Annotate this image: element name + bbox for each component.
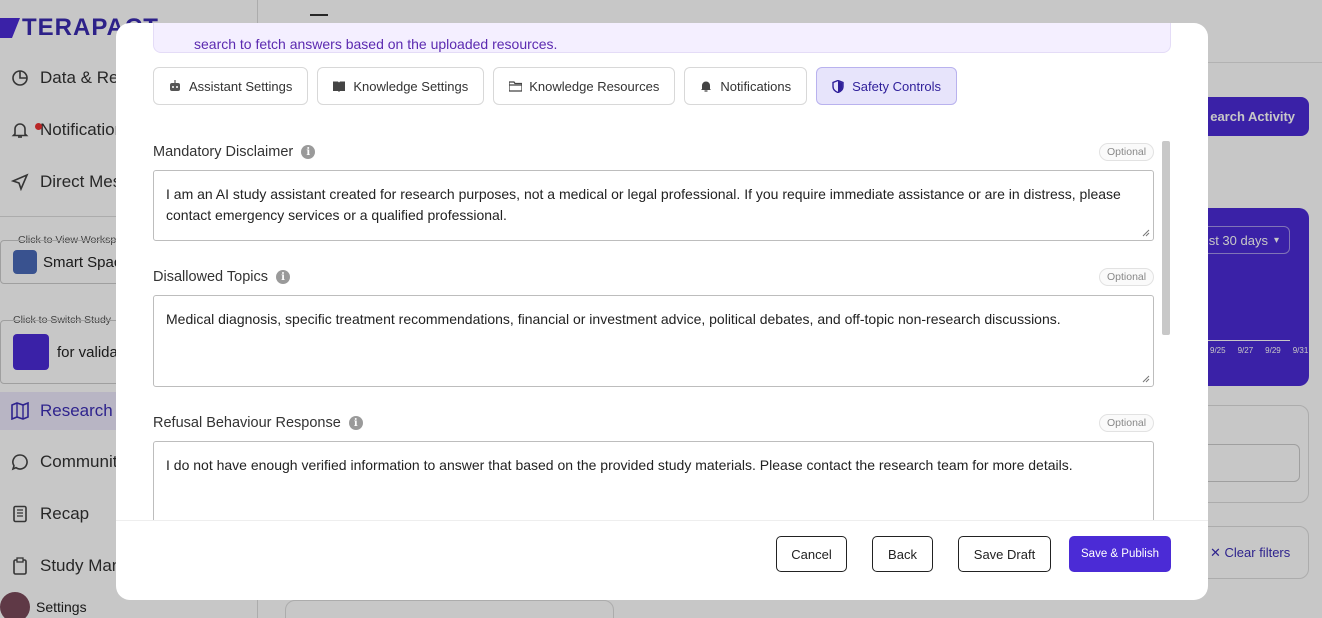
settings-tabs: Assistant Settings Knowledge Settings Kn… <box>153 67 958 105</box>
tab-knowledge-resources[interactable]: Knowledge Resources <box>493 67 676 105</box>
folder-icon <box>508 79 522 93</box>
optional-badge: Optional <box>1099 268 1155 286</box>
tab-label: Knowledge Resources <box>529 78 660 94</box>
optional-badge: Optional <box>1099 414 1155 432</box>
topics-label: Disallowed Topics i <box>153 269 290 285</box>
topics-label-text: Disallowed Topics <box>153 269 268 285</box>
info-icon[interactable]: i <box>275 270 290 284</box>
info-icon[interactable]: i <box>348 416 363 430</box>
cancel-button[interactable]: Cancel <box>776 536 847 572</box>
refusal-value: I do not have enough verified informatio… <box>166 457 1073 473</box>
refusal-response-textarea[interactable]: I do not have enough verified informatio… <box>153 441 1154 520</box>
save-draft-button[interactable]: Save Draft <box>958 536 1051 572</box>
modal-footer: Cancel Back Save Draft Save & Publish <box>116 520 1208 600</box>
tab-label: Safety Controls <box>852 78 942 94</box>
disclaimer-textarea[interactable]: I am an AI study assistant created for r… <box>153 170 1154 241</box>
tab-assistant-settings[interactable]: Assistant Settings <box>153 67 309 105</box>
tab-notifications[interactable]: Notifications <box>684 67 808 105</box>
disclaimer-label-text: Mandatory Disclaimer <box>153 144 294 160</box>
bell-icon <box>699 79 713 93</box>
resize-handle-icon[interactable] <box>1142 375 1150 383</box>
info-banner: search to fetch answers based on the upl… <box>153 23 1171 53</box>
optional-badge: Optional <box>1099 143 1155 161</box>
info-icon[interactable]: i <box>301 145 316 159</box>
robot-icon <box>168 79 182 93</box>
safety-controls-form: Mandatory Disclaimer i Optional I am an … <box>116 133 1208 520</box>
tab-label: Notifications <box>720 78 792 94</box>
assistant-settings-modal: search to fetch answers based on the upl… <box>116 23 1208 600</box>
shield-icon <box>831 79 845 93</box>
tab-safety-controls[interactable]: Safety Controls <box>816 67 958 105</box>
scrollbar-thumb[interactable] <box>1162 141 1170 335</box>
banner-text: search to fetch answers based on the upl… <box>194 36 558 52</box>
tab-label: Knowledge Settings <box>353 78 469 94</box>
refusal-label: Refusal Behaviour Response i <box>153 415 363 431</box>
disclaimer-value: I am an AI study assistant created for r… <box>166 186 1121 223</box>
back-button[interactable]: Back <box>872 536 933 572</box>
disallowed-topics-textarea[interactable]: Medical diagnosis, specific treatment re… <box>153 295 1154 387</box>
refusal-label-text: Refusal Behaviour Response <box>153 415 341 431</box>
resize-handle-icon[interactable] <box>1142 229 1150 237</box>
tab-label: Assistant Settings <box>189 78 293 94</box>
topics-value: Medical diagnosis, specific treatment re… <box>166 311 1061 327</box>
tab-knowledge-settings[interactable]: Knowledge Settings <box>317 67 485 105</box>
save-and-publish-button[interactable]: Save & Publish <box>1069 536 1171 572</box>
book-icon <box>332 79 346 93</box>
disclaimer-label: Mandatory Disclaimer i <box>153 144 316 160</box>
